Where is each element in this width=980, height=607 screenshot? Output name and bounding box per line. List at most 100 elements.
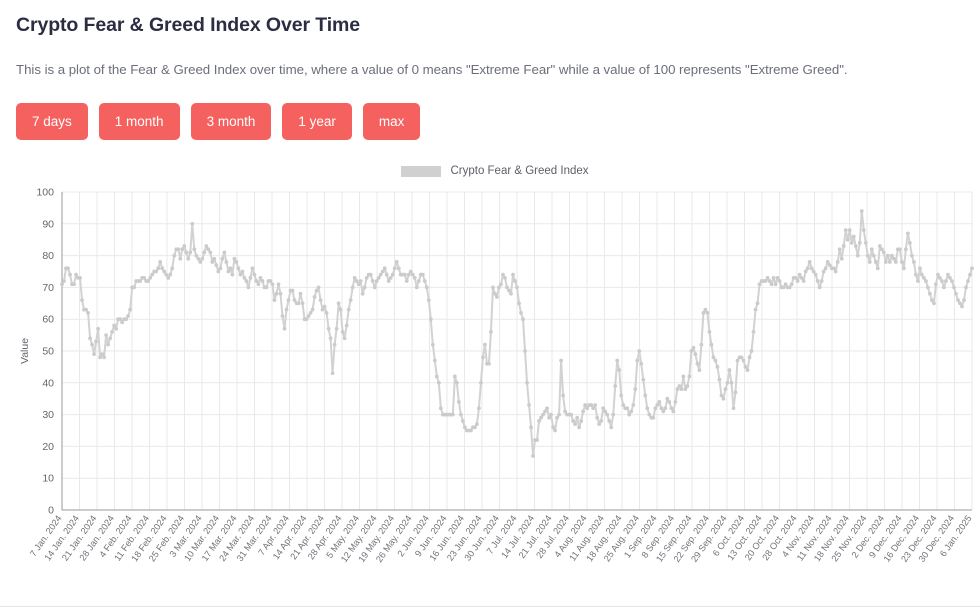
series-point (521, 317, 525, 322)
series-point (903, 247, 908, 252)
series-point (611, 412, 616, 417)
range-7-days-button[interactable]: 7 days (16, 103, 88, 140)
series-point (725, 380, 730, 385)
series-point (222, 250, 227, 255)
series-point (138, 279, 143, 283)
series-point (857, 240, 862, 245)
series-point (100, 352, 104, 357)
series-point (310, 307, 315, 312)
range-3-month-button[interactable]: 3 month (190, 103, 272, 140)
series-point (228, 266, 233, 271)
series-point (819, 279, 824, 283)
series-point (603, 409, 608, 414)
series-point (934, 282, 938, 287)
series-point (314, 288, 319, 293)
series-point (240, 269, 245, 274)
series-point (731, 406, 736, 411)
series-point (797, 272, 802, 277)
series-point (839, 256, 844, 261)
series-point (952, 285, 956, 290)
series-point (382, 266, 387, 271)
series-point (543, 409, 547, 414)
series-point (497, 285, 501, 290)
series-point (907, 240, 912, 245)
series-point (460, 419, 465, 423)
series-point (346, 307, 351, 312)
series-point (573, 422, 578, 427)
series-point (452, 374, 457, 379)
series-point (962, 298, 966, 303)
series-point (555, 415, 559, 420)
series-point (230, 272, 235, 277)
series-point (709, 342, 714, 347)
series-point (462, 425, 467, 430)
series-point (577, 425, 582, 430)
series-point (909, 253, 914, 258)
series-point (164, 272, 169, 277)
series-point (525, 380, 529, 385)
series-point (805, 266, 810, 271)
series-point (661, 409, 666, 414)
y-tick-label: 40 (42, 377, 54, 389)
series-point (723, 387, 728, 392)
series-point (639, 361, 644, 366)
series-point (944, 279, 948, 283)
series-point (396, 266, 401, 271)
series-point (942, 285, 946, 290)
series-point (202, 250, 207, 255)
series-point (741, 358, 746, 363)
range-max-button[interactable]: max (362, 103, 421, 140)
series-point (142, 275, 147, 280)
series-point (697, 368, 702, 372)
series-point (210, 260, 215, 264)
series-point (513, 279, 517, 283)
series-point (641, 377, 646, 382)
series-point (815, 279, 820, 283)
series-point (687, 374, 692, 379)
series-point (966, 279, 970, 283)
series-point (150, 272, 155, 277)
series-point (835, 260, 840, 264)
series-point (865, 253, 870, 258)
series-point (132, 285, 137, 290)
series-point (875, 266, 880, 271)
series-point (362, 285, 367, 290)
y-axis-title: Value (19, 338, 31, 364)
series-point (793, 275, 798, 280)
series-point (118, 317, 123, 322)
series-point (426, 298, 431, 303)
series-point (823, 266, 828, 271)
range-1-month-button[interactable]: 1 month (98, 103, 180, 140)
series-point (509, 291, 513, 296)
series-point (507, 288, 511, 293)
series-point (775, 275, 780, 280)
series-point (250, 266, 255, 271)
series-point (932, 301, 936, 306)
series-point (745, 368, 750, 372)
series-point (284, 307, 289, 312)
series-point (557, 412, 561, 417)
plot-area: 0 10 20 30 40 50 60 70 80 90 100 7 Jan. 2024 14 Jan.… (16, 182, 974, 600)
series-point (358, 279, 363, 283)
series-point (180, 247, 185, 252)
series-point (954, 291, 958, 296)
series-point (226, 269, 231, 274)
series-point (807, 260, 812, 264)
series-point (911, 260, 916, 264)
range-1-year-button[interactable]: 1 year (282, 103, 352, 140)
series-point (783, 282, 788, 287)
series-point (917, 266, 922, 271)
series-point (172, 253, 177, 258)
series-point (597, 422, 602, 427)
series-point (420, 272, 425, 277)
y-tick-label: 50 (42, 346, 54, 358)
series-point (964, 285, 968, 290)
series-point (849, 240, 854, 245)
series-point (258, 275, 263, 280)
series-point (637, 349, 642, 353)
series-point (795, 279, 800, 283)
series-point (625, 406, 630, 411)
series-point (551, 425, 555, 430)
series-point (581, 409, 586, 414)
series-point (843, 228, 848, 233)
